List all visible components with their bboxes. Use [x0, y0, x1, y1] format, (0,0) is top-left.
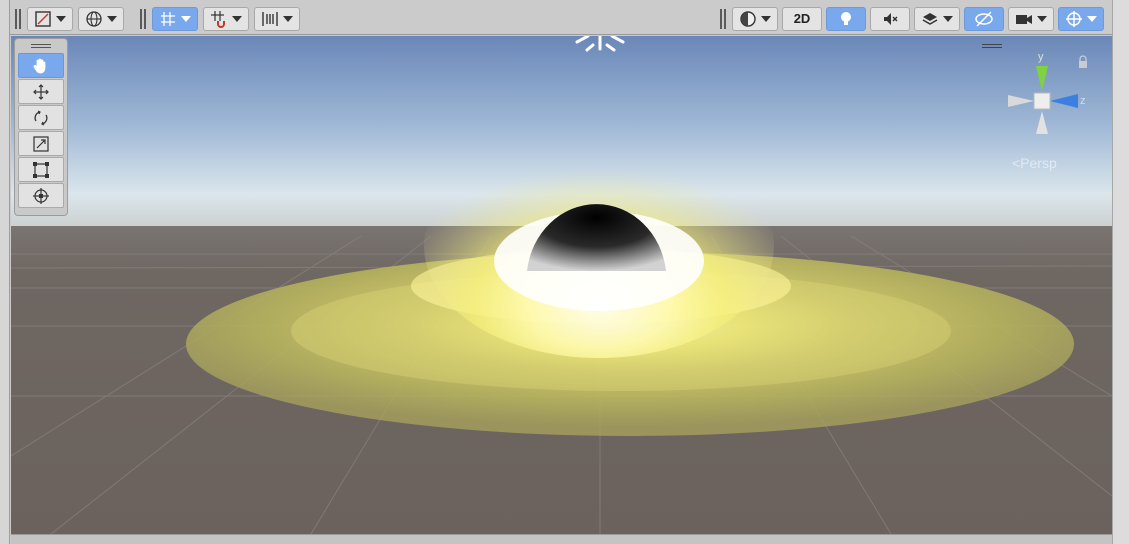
magnet-snap-icon [211, 10, 225, 28]
move-arrows-icon [33, 83, 49, 100]
grid-snap-icon [161, 11, 175, 26]
unity-scene-window: 2D y z <Persp [0, 0, 1129, 544]
gizmo-grip-icon[interactable] [982, 44, 1002, 50]
audio-toggle[interactable] [870, 6, 910, 31]
scale-tool[interactable] [18, 131, 64, 156]
align-tools[interactable] [254, 6, 300, 31]
grid-snap-toggle[interactable] [152, 6, 198, 31]
2d-mode-toggle[interactable]: 2D [782, 6, 822, 31]
eye-slash-icon [975, 10, 993, 27]
gizmo-center-cube[interactable] [1033, 92, 1051, 110]
y-axis-label: y [1038, 51, 1044, 63]
gizmos-dropdown[interactable] [1058, 6, 1104, 31]
draw-mode-dropdown[interactable] [27, 6, 73, 31]
toolbar-grip-icon[interactable] [15, 8, 21, 29]
hidden-objects-toggle[interactable] [964, 6, 1004, 31]
rotate-icon [34, 109, 48, 126]
scene-toolbar: 2D [10, 0, 1112, 35]
scene-render [11, 36, 1112, 534]
mute-icon [884, 12, 898, 25]
scene-status-strip [11, 534, 1112, 544]
render-mode-dropdown[interactable] [732, 6, 778, 31]
global-toggle[interactable] [78, 6, 124, 31]
increment-snap-toggle[interactable] [203, 6, 249, 31]
snap-group [140, 6, 300, 31]
lighting-toggle[interactable] [826, 6, 866, 31]
camera-dropdown[interactable] [1008, 6, 1054, 31]
globe-icon [86, 10, 102, 27]
palette-grip-icon[interactable] [18, 42, 64, 50]
draw-mode-group [15, 6, 124, 31]
transform-tool[interactable] [18, 183, 64, 208]
shading-mode-icon [35, 10, 51, 27]
transform-icon [33, 187, 49, 204]
y-axis-cone[interactable] [1036, 66, 1048, 91]
neg-y-axis-cone[interactable] [1036, 111, 1048, 134]
hand-icon [33, 58, 46, 73]
effects-dropdown[interactable] [914, 6, 960, 31]
lightbulb-icon [841, 11, 851, 25]
z-axis-cone[interactable] [1050, 94, 1078, 108]
projection-label[interactable]: <Persp [1012, 155, 1057, 171]
right-panel-edge [1112, 0, 1129, 544]
rect-transform-icon [33, 161, 49, 178]
hand-tool[interactable] [18, 53, 64, 78]
rotate-tool[interactable] [18, 105, 64, 130]
toolbar-grip-icon[interactable] [140, 8, 146, 29]
left-panel-edge [0, 0, 10, 544]
align-icon [262, 11, 278, 26]
scene-viewport[interactable] [11, 36, 1112, 534]
camera-icon [1016, 14, 1032, 24]
layers-icon [922, 12, 938, 25]
move-tool[interactable] [18, 79, 64, 104]
neg-x-axis-cone[interactable] [1008, 95, 1034, 107]
z-axis-label: z [1080, 95, 1086, 107]
toolbar-grip-icon[interactable] [720, 8, 726, 29]
scale-icon [33, 135, 49, 152]
gizmo-icon [1066, 10, 1082, 27]
tool-palette [14, 38, 68, 216]
sphere-icon [740, 10, 756, 27]
rect-tool[interactable] [18, 157, 64, 182]
scene-view-options: 2D [720, 6, 1104, 31]
